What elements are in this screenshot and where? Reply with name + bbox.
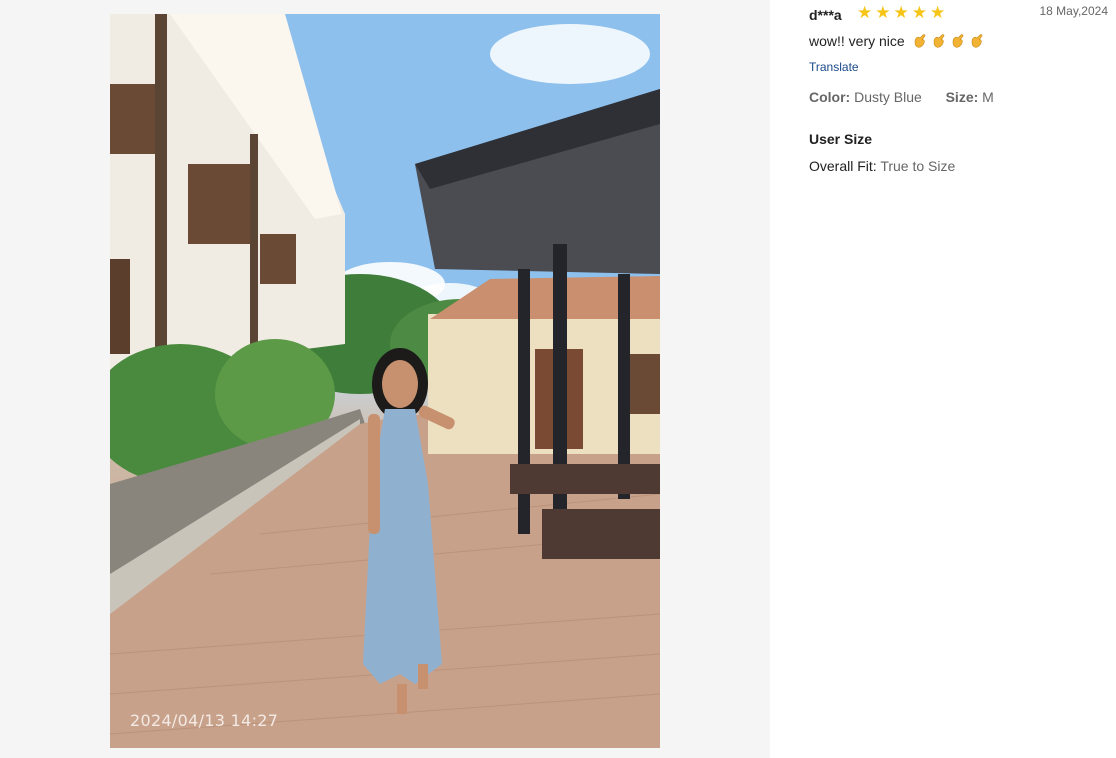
color-value: Dusty Blue [854,89,922,105]
color-label: Color: [809,89,851,105]
translate-link[interactable]: Translate [809,60,859,74]
review-panel: d***a ★ ★ ★ ★ ★ 18 May,2024 wow!! very n… [809,0,1109,758]
review-image-gallery: 2024/04/13 14:27 [0,0,770,758]
photo-timestamp: 2024/04/13 14:27 [130,711,279,730]
size-label: Size: [945,89,979,105]
balcony [188,164,253,244]
photo-illustration [110,14,660,748]
cloud [490,24,650,84]
overall-fit: Overall Fit: True to Size [809,158,955,174]
review-text: wow!! very nice [809,33,985,49]
star-icon: ★ [857,3,873,22]
purchase-attributes: Color: Dusty Blue Size: M [809,89,994,105]
review-viewer: 2024/04/13 14:27 d***a ★ ★ ★ ★ ★ 18 May,… [0,0,1116,758]
pillar [155,14,167,354]
clapping-hands-icon [933,34,944,48]
review-photo[interactable]: 2024/04/13 14:27 [110,14,660,748]
clapping-hands-icon [914,34,925,48]
review-header: d***a ★ ★ ★ ★ ★ 18 May,2024 [809,3,1109,24]
size-value: M [982,89,994,105]
star-rating: ★ ★ ★ ★ ★ [857,3,945,23]
fit-label: Overall Fit: [809,158,877,174]
pillar [250,134,258,354]
clapping-hands-icon [952,34,963,48]
star-icon: ★ [911,3,927,22]
star-icon: ★ [893,3,909,22]
window [110,259,130,354]
review-text-body: wow!! very nice [809,33,905,49]
balcony [110,84,158,154]
user-size-title: User Size [809,131,873,147]
balcony [260,234,296,284]
fit-value: True to Size [880,158,956,174]
gazebo-post [518,269,530,534]
star-icon: ★ [930,3,946,22]
gazebo-bench [510,464,660,494]
reviewer-name: d***a [809,7,842,23]
star-icon: ★ [875,3,891,22]
gazebo-bench [542,509,660,559]
clapping-hands-icon [971,34,982,48]
review-date: 18 May,2024 [1039,4,1109,18]
